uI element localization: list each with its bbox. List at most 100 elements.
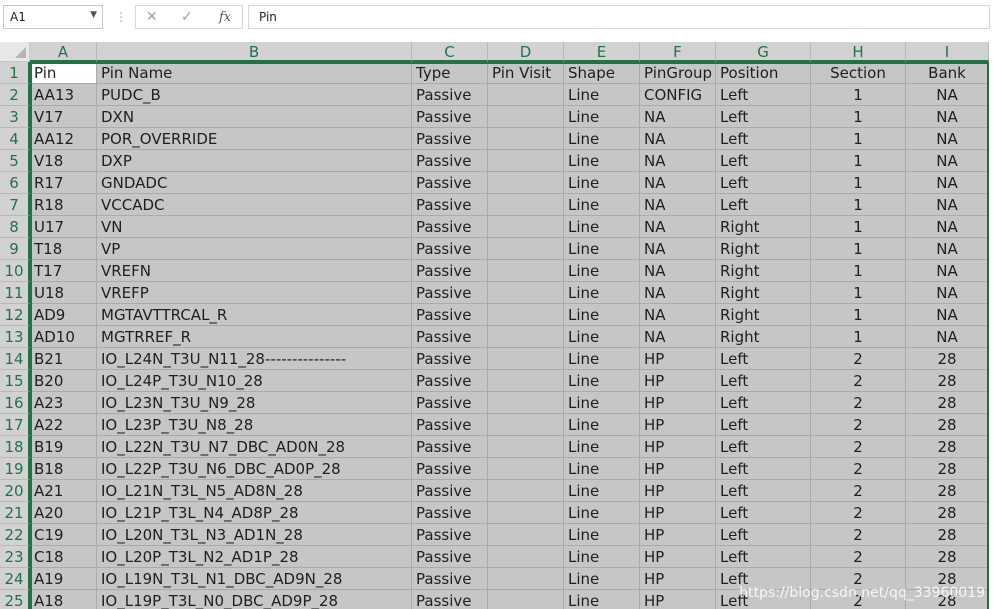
- cell-f25[interactable]: HP: [640, 590, 716, 609]
- cell-f24[interactable]: HP: [640, 568, 716, 590]
- cell-e7[interactable]: Line: [564, 194, 640, 216]
- cell-h19[interactable]: 2: [811, 458, 906, 480]
- cell-g11[interactable]: Right: [716, 282, 811, 304]
- cell-b5[interactable]: DXP: [97, 150, 412, 172]
- cell-a9[interactable]: T18: [30, 238, 97, 260]
- cell-f20[interactable]: HP: [640, 480, 716, 502]
- cell-c1[interactable]: Type: [412, 62, 488, 84]
- row-header-22[interactable]: 22: [0, 524, 30, 546]
- cell-f13[interactable]: NA: [640, 326, 716, 348]
- cell-c7[interactable]: Passive: [412, 194, 488, 216]
- cell-c13[interactable]: Passive: [412, 326, 488, 348]
- cell-f5[interactable]: NA: [640, 150, 716, 172]
- insert-function-icon[interactable]: fx: [219, 10, 231, 25]
- cell-e5[interactable]: Line: [564, 150, 640, 172]
- column-header-f[interactable]: F: [640, 42, 716, 62]
- cell-i10[interactable]: NA: [906, 260, 989, 282]
- cell-c25[interactable]: Passive: [412, 590, 488, 609]
- cell-a12[interactable]: AD9: [30, 304, 97, 326]
- row-header-9[interactable]: 9: [0, 238, 30, 260]
- cell-h25[interactable]: 2: [811, 590, 906, 609]
- cell-f6[interactable]: NA: [640, 172, 716, 194]
- cell-f2[interactable]: CONFIG: [640, 84, 716, 106]
- cell-b9[interactable]: VP: [97, 238, 412, 260]
- cell-g21[interactable]: Left: [716, 502, 811, 524]
- cell-b7[interactable]: VCCADC: [97, 194, 412, 216]
- cell-d3[interactable]: [488, 106, 564, 128]
- cell-d15[interactable]: [488, 370, 564, 392]
- cell-a15[interactable]: B20: [30, 370, 97, 392]
- cell-e13[interactable]: Line: [564, 326, 640, 348]
- cancel-icon[interactable]: ✕: [146, 9, 158, 25]
- cell-b23[interactable]: IO_L20P_T3L_N2_AD1P_28: [97, 546, 412, 568]
- cell-f11[interactable]: NA: [640, 282, 716, 304]
- cell-e16[interactable]: Line: [564, 392, 640, 414]
- cell-h1[interactable]: Section: [811, 62, 906, 84]
- cell-c5[interactable]: Passive: [412, 150, 488, 172]
- cell-b18[interactable]: IO_L22N_T3U_N7_DBC_AD0N_28: [97, 436, 412, 458]
- cell-e17[interactable]: Line: [564, 414, 640, 436]
- cell-g17[interactable]: Left: [716, 414, 811, 436]
- row-header-3[interactable]: 3: [0, 106, 30, 128]
- cell-d23[interactable]: [488, 546, 564, 568]
- row-header-18[interactable]: 18: [0, 436, 30, 458]
- cell-h22[interactable]: 2: [811, 524, 906, 546]
- cell-f12[interactable]: NA: [640, 304, 716, 326]
- cell-g20[interactable]: Left: [716, 480, 811, 502]
- cell-d19[interactable]: [488, 458, 564, 480]
- cell-g12[interactable]: Right: [716, 304, 811, 326]
- cell-a6[interactable]: R17: [30, 172, 97, 194]
- column-header-g[interactable]: G: [716, 42, 811, 62]
- cell-g14[interactable]: Left: [716, 348, 811, 370]
- formula-input[interactable]: Pin: [248, 5, 990, 29]
- column-header-e[interactable]: E: [564, 42, 640, 62]
- cell-h20[interactable]: 2: [811, 480, 906, 502]
- cell-h7[interactable]: 1: [811, 194, 906, 216]
- cell-e1[interactable]: Shape: [564, 62, 640, 84]
- cell-c11[interactable]: Passive: [412, 282, 488, 304]
- cell-i8[interactable]: NA: [906, 216, 989, 238]
- cell-h8[interactable]: 1: [811, 216, 906, 238]
- cell-f23[interactable]: HP: [640, 546, 716, 568]
- cell-f16[interactable]: HP: [640, 392, 716, 414]
- cell-c3[interactable]: Passive: [412, 106, 488, 128]
- cell-h16[interactable]: 2: [811, 392, 906, 414]
- cell-f9[interactable]: NA: [640, 238, 716, 260]
- cell-b11[interactable]: VREFP: [97, 282, 412, 304]
- cell-i4[interactable]: NA: [906, 128, 989, 150]
- cell-a17[interactable]: A22: [30, 414, 97, 436]
- cell-h4[interactable]: 1: [811, 128, 906, 150]
- cell-g18[interactable]: Left: [716, 436, 811, 458]
- cell-g19[interactable]: Left: [716, 458, 811, 480]
- cell-b6[interactable]: GNDADC: [97, 172, 412, 194]
- row-header-21[interactable]: 21: [0, 502, 30, 524]
- cell-e23[interactable]: Line: [564, 546, 640, 568]
- cell-c9[interactable]: Passive: [412, 238, 488, 260]
- cell-i2[interactable]: NA: [906, 84, 989, 106]
- cell-g1[interactable]: Position: [716, 62, 811, 84]
- cell-e9[interactable]: Line: [564, 238, 640, 260]
- cell-d11[interactable]: [488, 282, 564, 304]
- cell-d22[interactable]: [488, 524, 564, 546]
- cell-c17[interactable]: Passive: [412, 414, 488, 436]
- cell-d25[interactable]: [488, 590, 564, 609]
- cell-e11[interactable]: Line: [564, 282, 640, 304]
- cell-d18[interactable]: [488, 436, 564, 458]
- cell-e8[interactable]: Line: [564, 216, 640, 238]
- cell-a4[interactable]: AA12: [30, 128, 97, 150]
- cell-e2[interactable]: Line: [564, 84, 640, 106]
- cell-a8[interactable]: U17: [30, 216, 97, 238]
- row-header-13[interactable]: 13: [0, 326, 30, 348]
- cell-h24[interactable]: 2: [811, 568, 906, 590]
- cell-i16[interactable]: 28: [906, 392, 989, 414]
- cell-f21[interactable]: HP: [640, 502, 716, 524]
- cell-c18[interactable]: Passive: [412, 436, 488, 458]
- cell-b20[interactable]: IO_L21N_T3L_N5_AD8N_28: [97, 480, 412, 502]
- row-header-4[interactable]: 4: [0, 128, 30, 150]
- column-header-i[interactable]: I: [906, 42, 989, 62]
- cell-g24[interactable]: Left: [716, 568, 811, 590]
- cell-b1[interactable]: Pin Name: [97, 62, 412, 84]
- cell-c22[interactable]: Passive: [412, 524, 488, 546]
- cell-i12[interactable]: NA: [906, 304, 989, 326]
- row-header-24[interactable]: 24: [0, 568, 30, 590]
